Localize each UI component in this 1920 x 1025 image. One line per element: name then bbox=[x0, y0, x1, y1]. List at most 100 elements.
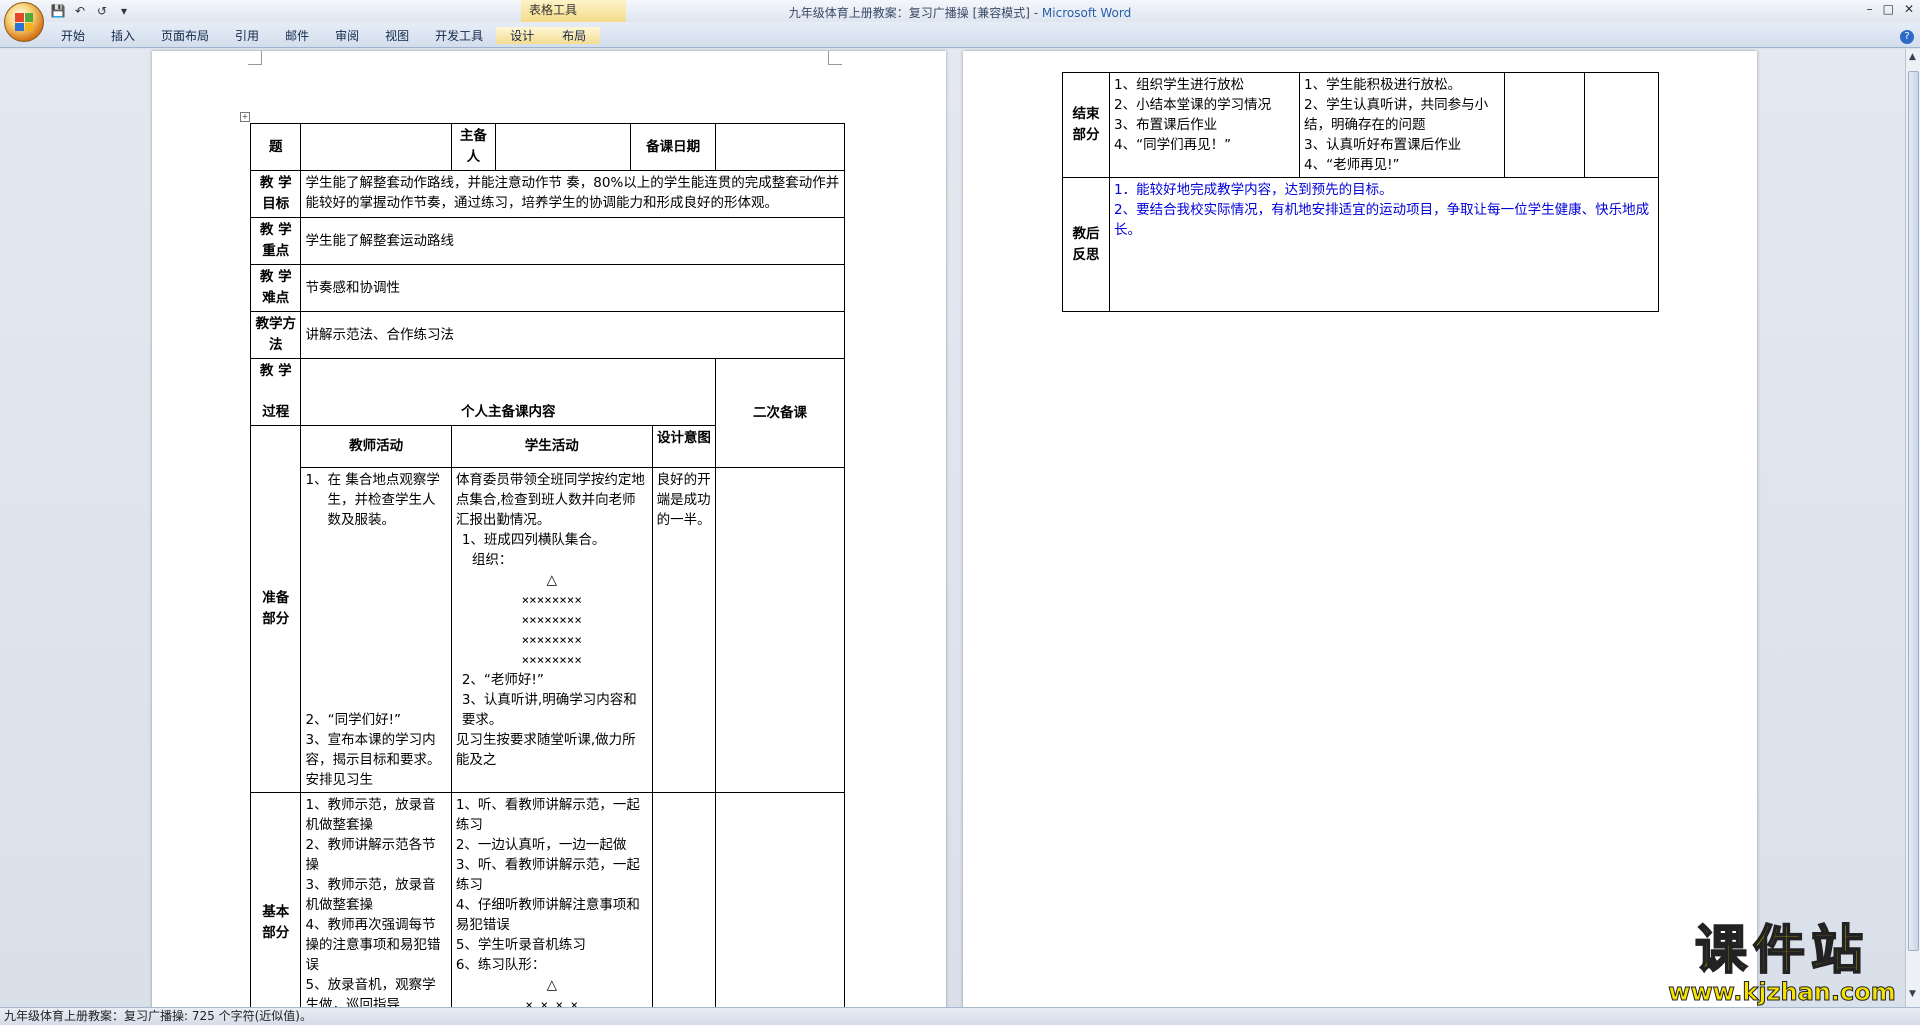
basic-teacher-activity[interactable]: 1、教师示范，放录音机做整套操 2、教师讲解示范各节操 3、教师示范，放录音机做… bbox=[300, 792, 452, 1007]
list-item: 2、要结合我校实际情况，有机地安排适宜的运动项目，争取让每一位学生健康、快乐地成… bbox=[1114, 202, 1650, 238]
watermark-title: 课件站 bbox=[1694, 921, 1869, 981]
formation-teacher-marker: △ bbox=[546, 572, 557, 588]
scroll-down-icon[interactable]: ▼ bbox=[1909, 989, 1916, 999]
prep-design-intent[interactable]: 良好的开端是成功的一半。 bbox=[651, 467, 717, 793]
maximize-icon[interactable]: □ bbox=[1883, 2, 1894, 16]
list-item: 4、“老师再见!” bbox=[1304, 157, 1400, 173]
list-item: 3、布置课后作业 bbox=[1114, 117, 1218, 133]
tab-layout[interactable]: 布局 bbox=[548, 27, 601, 44]
formation-row: ×××××××× bbox=[521, 632, 582, 647]
list-item: 6、练习队形： bbox=[455, 957, 546, 973]
difficulty-text[interactable]: 节奏感和协调性 bbox=[300, 264, 845, 312]
list-item: 2、小结本堂课的学习情况 bbox=[1114, 97, 1272, 113]
watermark-logo: 课件站 www.kjzhan.com bbox=[1662, 921, 1902, 1006]
end-section-label: 结束 部分 bbox=[1062, 72, 1110, 178]
close-icon[interactable]: ✕ bbox=[1904, 2, 1914, 16]
goal-label: 教 学 目标 bbox=[249, 170, 302, 218]
difficulty-label: 教 学 难点 bbox=[249, 264, 302, 312]
list-item: 2、学生认真听讲，共同参与小结，明确存在的问题 bbox=[1304, 97, 1489, 133]
window-title: 九年级体育上册教案：复习广播操 [兼容模式] - Microsoft Word bbox=[788, 6, 1132, 20]
list-item: 1、听、看教师讲解示范，一起练习 bbox=[455, 797, 640, 833]
list-item: 2、一边认真听，一边一起做 bbox=[455, 837, 627, 853]
method-text[interactable]: 讲解示范法、合作练习法 bbox=[300, 311, 845, 359]
save-icon[interactable]: 💾 bbox=[50, 3, 66, 19]
design-intent-header: 设计意图 bbox=[651, 425, 717, 468]
customize-qat-icon[interactable]: ▾ bbox=[116, 3, 132, 19]
list-item: 1、组织学生进行放松 bbox=[1114, 77, 1245, 93]
tab-home[interactable]: 开始 bbox=[48, 27, 98, 44]
reflection-label: 教后 反思 bbox=[1062, 177, 1110, 312]
goal-text[interactable]: 学生能了解整套动作路线，并能注意动作节 奏，80%以上的学生能连贯的完成整套动作… bbox=[300, 170, 845, 218]
student-activity-header: 学生活动 bbox=[450, 425, 653, 468]
author-label: 主备人 bbox=[450, 123, 496, 171]
help-icon[interactable]: ? bbox=[1900, 30, 1914, 44]
tab-mailings[interactable]: 邮件 bbox=[272, 27, 322, 44]
prep-teacher-activity[interactable]: 1、在 集合地点观察学生，并检查学生人 数及服装。 2、“同学们好!” 3、宣布… bbox=[300, 467, 452, 793]
scrollbar-thumb[interactable] bbox=[1908, 71, 1919, 951]
formation-row: ×××××××× bbox=[521, 592, 582, 607]
formation-teacher-marker: △ bbox=[546, 977, 557, 993]
prep-student-activity[interactable]: 体育委员带领全班同学按约定地点集合,检查到班人数并向老师汇报出勤情况。 1、班成… bbox=[450, 467, 653, 793]
redo-icon[interactable]: ↺ bbox=[94, 3, 110, 19]
watermark-url: www.kjzhan.com bbox=[1668, 978, 1896, 1006]
lesson-plan-table-continued: 结束 部分 1、组织学生进行放松 2、小结本堂课的学习情况 3、布置课后作业 4… bbox=[1062, 72, 1659, 312]
tab-insert[interactable]: 插入 bbox=[98, 27, 148, 44]
list-item: 4、仔细听教师讲解注意事项和易犯错误 bbox=[455, 897, 640, 933]
list-item: 2、教师讲解示范各节操 bbox=[305, 837, 436, 873]
document-area: + 题 主备人 备课日期 教 学 目标 学生能了解整套动作路线，并能注意动作节 … bbox=[0, 49, 1905, 1007]
topic-label: 题 bbox=[249, 123, 302, 171]
status-bar: 九年级体育上册教案：复习广播操: 725 个字符(近似值)。 bbox=[0, 1007, 1920, 1025]
date-label: 备课日期 bbox=[630, 123, 717, 171]
list-item: 1、教师示范，放录音机做整套操 bbox=[305, 797, 436, 833]
method-label: 教学方法 bbox=[249, 311, 302, 359]
list-item: 5、学生听录音机练习 bbox=[455, 937, 586, 953]
basic-section-label: 基本 部分 bbox=[249, 792, 302, 1007]
tab-developer[interactable]: 开发工具 bbox=[422, 27, 496, 44]
tab-design[interactable]: 设计 bbox=[496, 27, 549, 44]
formation-row: × × × × bbox=[525, 997, 579, 1007]
minimize-icon[interactable]: – bbox=[1867, 2, 1873, 16]
lesson-plan-table: 题 主备人 备课日期 教 学 目标 学生能了解整套动作路线，并能注意动作节 奏，… bbox=[249, 123, 845, 1007]
basic-student-activity[interactable]: 1、听、看教师讲解示范，一起练习 2、一边认真听，一边一起做 3、听、看教师讲解… bbox=[450, 792, 653, 1007]
list-item: 3、听、看教师讲解示范，一起练习 bbox=[455, 857, 640, 893]
tab-review[interactable]: 审阅 bbox=[322, 27, 372, 44]
end-student-activity[interactable]: 1、学生能积极进行放松。 2、学生认真听讲，共同参与小结，明确存在的问题 3、认… bbox=[1299, 72, 1505, 178]
key-point-label: 教 学 重点 bbox=[249, 217, 302, 265]
tab-view[interactable]: 视图 bbox=[372, 27, 422, 44]
window-controls: – □ ✕ bbox=[1867, 2, 1914, 16]
basic-second-prep[interactable] bbox=[715, 792, 845, 1007]
end-second-prep[interactable] bbox=[1584, 72, 1659, 178]
page-1: + 题 主备人 备课日期 教 学 目标 学生能了解整套动作路线，并能注意动作节 … bbox=[152, 51, 946, 1007]
author-cell[interactable] bbox=[494, 123, 632, 171]
date-cell[interactable] bbox=[715, 123, 845, 171]
teacher-activity-header: 教师活动 bbox=[300, 425, 452, 468]
list-item: 5、放录音机，观察学生做，巡回指导 bbox=[305, 977, 436, 1007]
vertical-scrollbar[interactable]: ▲ ▼ bbox=[1905, 49, 1920, 1007]
end-teacher-activity[interactable]: 1、组织学生进行放松 2、小结本堂课的学习情况 3、布置课后作业 4、“同学们再… bbox=[1109, 72, 1300, 178]
list-item: 3、教师示范，放录音机做整套操 bbox=[305, 877, 436, 913]
margin-marker bbox=[828, 51, 842, 65]
scroll-up-icon[interactable]: ▲ bbox=[1909, 52, 1916, 62]
list-item: 3、认真听好布置课后作业 bbox=[1304, 137, 1462, 153]
process-label: 教 学过程 bbox=[249, 358, 302, 426]
margin-marker bbox=[248, 51, 262, 65]
page-2: 结束 部分 1、组织学生进行放松 2、小结本堂课的学习情况 3、布置课后作业 4… bbox=[963, 51, 1757, 1007]
table-tools-context-label: 表格工具 bbox=[521, 0, 626, 22]
key-point-text[interactable]: 学生能了解整套运动路线 bbox=[300, 217, 845, 265]
end-design-intent[interactable] bbox=[1504, 72, 1585, 178]
ribbon-tabs: 开始 插入 页面布局 引用 邮件 审阅 视图 开发工具 设计 布局 bbox=[48, 27, 601, 44]
title-bar: 表格工具 九年级体育上册教案：复习广播操 [兼容模式] - Microsoft … bbox=[0, 0, 1920, 22]
quick-access-toolbar: 💾 ↶ ↺ ▾ bbox=[50, 3, 132, 19]
prep-second-prep[interactable] bbox=[715, 467, 845, 793]
personal-prep-header: 个人主备课内容 bbox=[300, 358, 717, 426]
table-move-handle-icon[interactable]: + bbox=[240, 112, 250, 122]
topic-cell[interactable] bbox=[300, 123, 452, 171]
reflection-text[interactable]: 1．能较好地完成教学内容，达到预先的目标。 2、要结合我校实际情况，有机地安排适… bbox=[1109, 177, 1659, 312]
tab-page-layout[interactable]: 页面布局 bbox=[148, 27, 222, 44]
undo-icon[interactable]: ↶ bbox=[72, 3, 88, 19]
prep-section-label: 准备 部分 bbox=[249, 425, 302, 793]
basic-design-intent[interactable] bbox=[651, 792, 717, 1007]
tab-references[interactable]: 引用 bbox=[222, 27, 272, 44]
list-item: 1．能较好地完成教学内容，达到预先的目标。 bbox=[1114, 182, 1393, 198]
office-button-icon[interactable] bbox=[4, 2, 44, 42]
